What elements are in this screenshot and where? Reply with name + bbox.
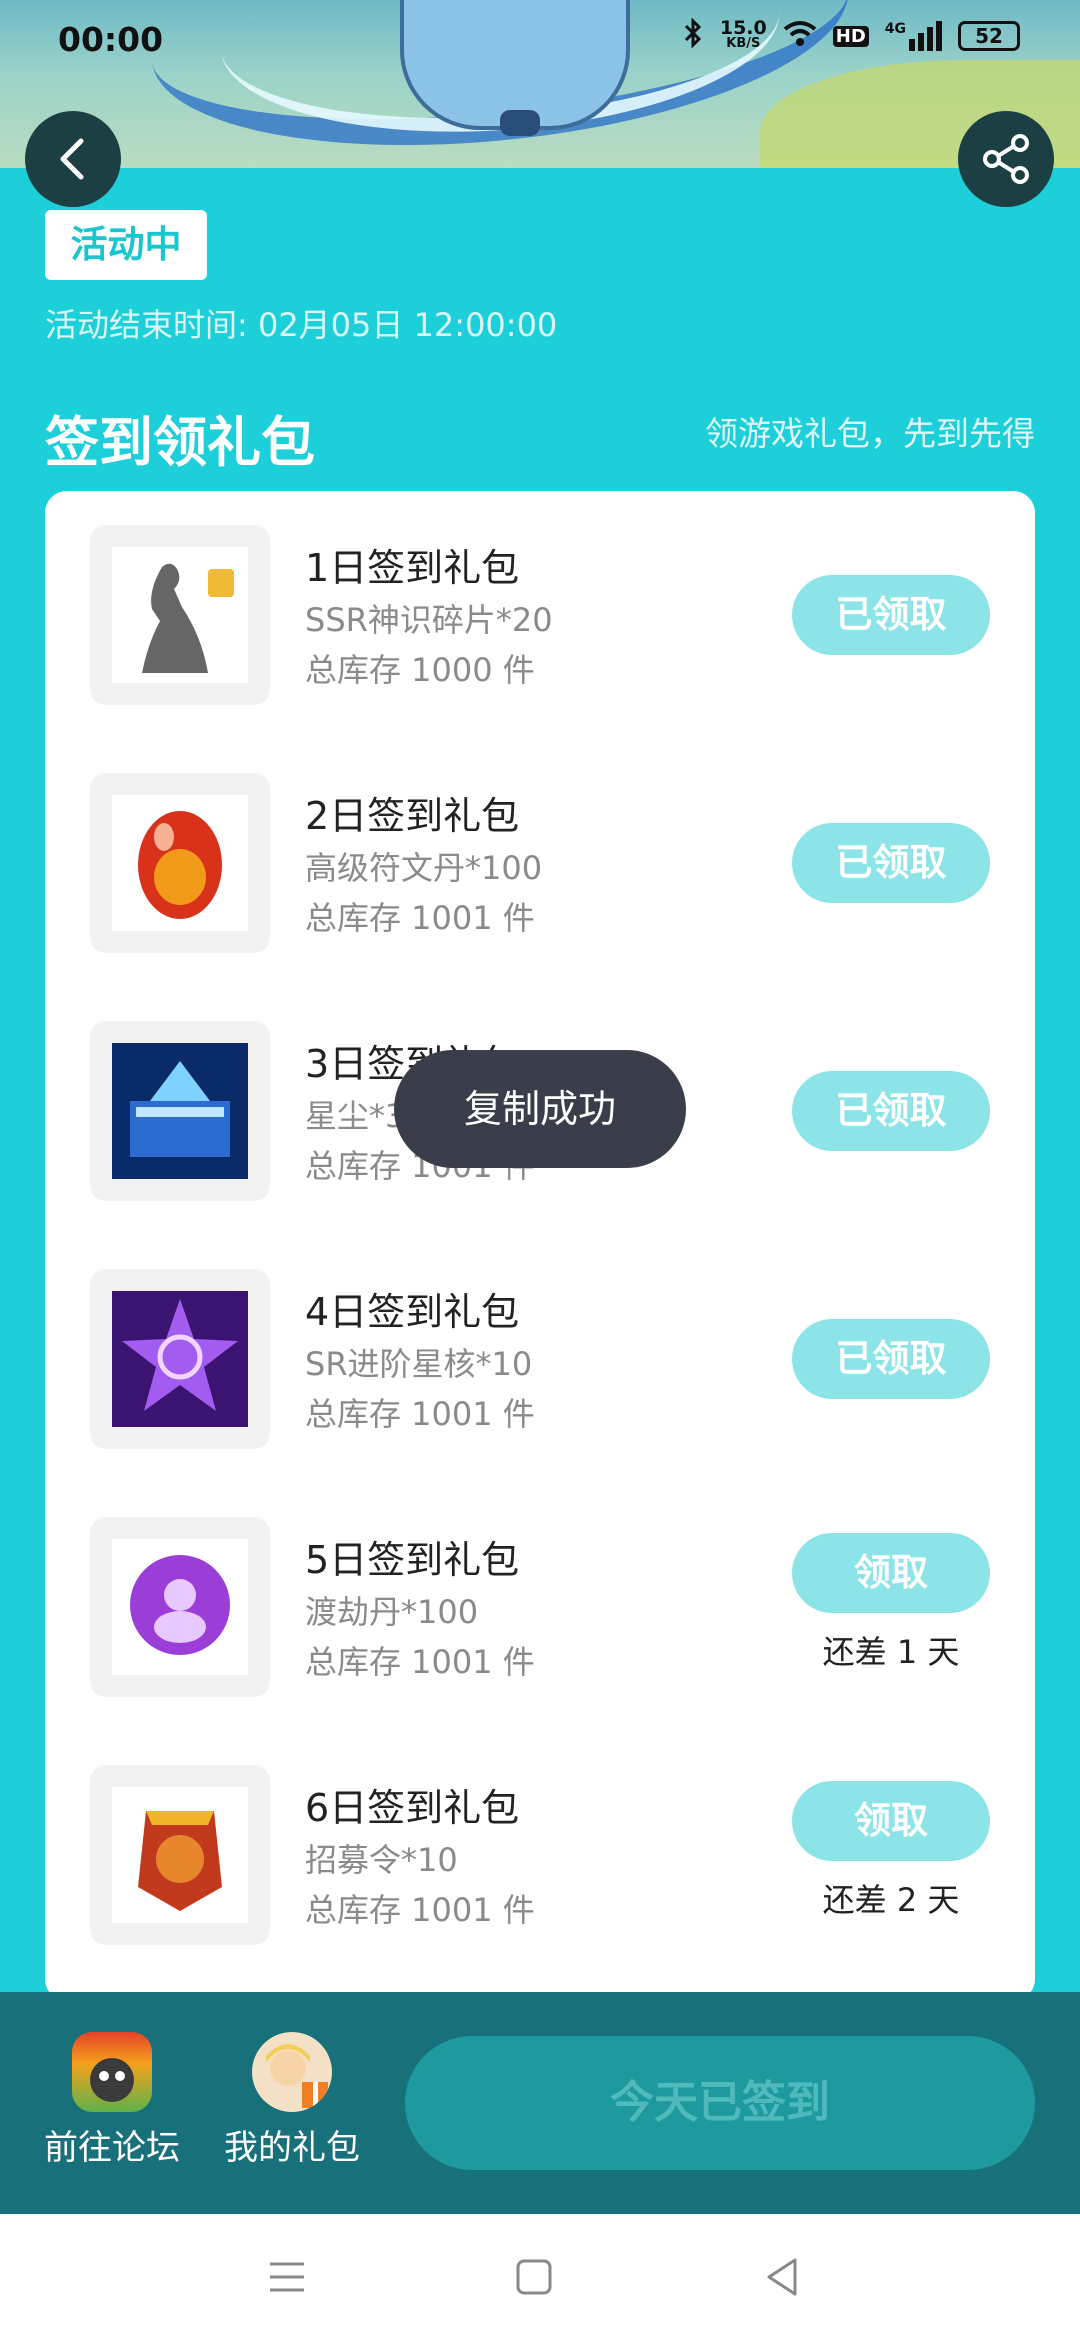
gift-item: 4日签到礼包 SR进阶星核*10 总库存 1001 件 已领取 xyxy=(45,1269,1035,1449)
gift-thumbnail xyxy=(90,1517,270,1697)
gift-title: 4日签到礼包 xyxy=(305,1290,520,1334)
rune-pill-icon xyxy=(112,795,248,931)
share-icon xyxy=(983,134,1029,184)
status-time: 00:00 xyxy=(58,20,164,59)
gift-content: 高级符文丹*100 xyxy=(305,849,543,887)
days-remaining: 还差 2 天 xyxy=(822,1881,960,1919)
my-gifts-icon xyxy=(252,2032,332,2112)
claimed-button[interactable]: 已领取 xyxy=(792,1319,990,1399)
gift-stock: 总库存 1001 件 xyxy=(305,899,535,937)
status-bar: 00:00 15.0 KB/S HD 4G 52 xyxy=(0,0,1080,80)
share-button[interactable] xyxy=(958,111,1054,207)
gift-thumbnail xyxy=(90,773,270,953)
claim-button[interactable]: 领取 xyxy=(792,1781,990,1861)
network-speed: 15.0 KB/S xyxy=(719,17,767,52)
recruit-token-icon xyxy=(112,1787,248,1923)
gift-stock: 总库存 1001 件 xyxy=(305,1891,535,1929)
gift-stock: 总库存 1000 件 xyxy=(305,651,535,689)
gift-content: SSR神识碎片*20 xyxy=(305,601,553,639)
bottom-action-bar: 前往论坛 我的礼包 今天已签到 xyxy=(0,1992,1080,2214)
gift-content: 招募令*10 xyxy=(305,1841,458,1879)
claimed-button[interactable]: 已领取 xyxy=(792,1071,990,1151)
activity-end-time: 活动结束时间: 02月05日 12:00:00 xyxy=(45,306,558,344)
star-core-icon xyxy=(112,1291,248,1427)
tribulation-pill-icon xyxy=(112,1539,248,1675)
wifi-icon xyxy=(783,19,817,53)
gift-thumbnail xyxy=(90,1765,270,1945)
battery-icon: 52 xyxy=(958,21,1020,51)
gift-list-card: 1日签到礼包 SSR神识碎片*20 总库存 1000 件 已领取 2日签到礼包 … xyxy=(45,491,1035,2001)
activity-status-badge: 活动中 xyxy=(45,210,207,280)
character-silhouette-icon xyxy=(112,547,248,683)
gift-thumbnail xyxy=(90,1021,270,1201)
signal-icon: 4G xyxy=(885,21,942,51)
gift-item: 6日签到礼包 招募令*10 总库存 1001 件 领取 还差 2 天 xyxy=(45,1765,1035,1945)
section-title: 签到领礼包 xyxy=(45,411,315,474)
claimed-button[interactable]: 已领取 xyxy=(792,575,990,655)
claimed-button[interactable]: 已领取 xyxy=(792,823,990,903)
gift-thumbnail xyxy=(90,525,270,705)
home-icon[interactable] xyxy=(509,2252,559,2302)
stardust-chest-icon xyxy=(112,1043,248,1179)
system-navigation-bar xyxy=(0,2214,1080,2340)
my-gifts-link[interactable]: 我的礼包 xyxy=(217,2032,367,2169)
gift-thumbnail xyxy=(90,1269,270,1449)
my-gifts-label: 我的礼包 xyxy=(224,2128,360,2168)
gift-stock: 总库存 1001 件 xyxy=(305,1395,535,1433)
days-remaining: 还差 1 天 xyxy=(822,1633,960,1671)
gift-title: 2日签到礼包 xyxy=(305,794,520,838)
back-nav-icon[interactable] xyxy=(757,2252,807,2302)
gift-content: SR进阶星核*10 xyxy=(305,1345,533,1383)
gift-content: 渡劫丹*100 xyxy=(305,1593,479,1631)
chevron-left-icon xyxy=(60,138,84,180)
forum-link[interactable]: 前往论坛 xyxy=(37,2032,187,2169)
menu-icon[interactable] xyxy=(262,2252,312,2302)
copy-success-toast: 复制成功 xyxy=(394,1050,686,1168)
gift-item: 2日签到礼包 高级符文丹*100 总库存 1001 件 已领取 xyxy=(45,773,1035,953)
gift-title: 1日签到礼包 xyxy=(305,546,520,590)
gift-item: 5日签到礼包 渡劫丹*100 总库存 1001 件 领取 还差 1 天 xyxy=(45,1517,1035,1697)
gift-item: 1日签到礼包 SSR神识碎片*20 总库存 1000 件 已领取 xyxy=(45,525,1035,705)
hd-icon: HD xyxy=(832,25,869,47)
claim-button[interactable]: 领取 xyxy=(792,1533,990,1613)
forum-game-icon xyxy=(72,2032,152,2112)
gift-title: 5日签到礼包 xyxy=(305,1538,520,1582)
section-subtitle: 领游戏礼包，先到先得 xyxy=(705,414,1035,453)
gift-stock: 总库存 1001 件 xyxy=(305,1643,535,1681)
gift-title: 6日签到礼包 xyxy=(305,1786,520,1830)
signed-today-button[interactable]: 今天已签到 xyxy=(405,2036,1035,2170)
bluetooth-icon xyxy=(682,17,704,54)
forum-label: 前往论坛 xyxy=(44,2128,180,2168)
back-button[interactable] xyxy=(25,111,121,207)
